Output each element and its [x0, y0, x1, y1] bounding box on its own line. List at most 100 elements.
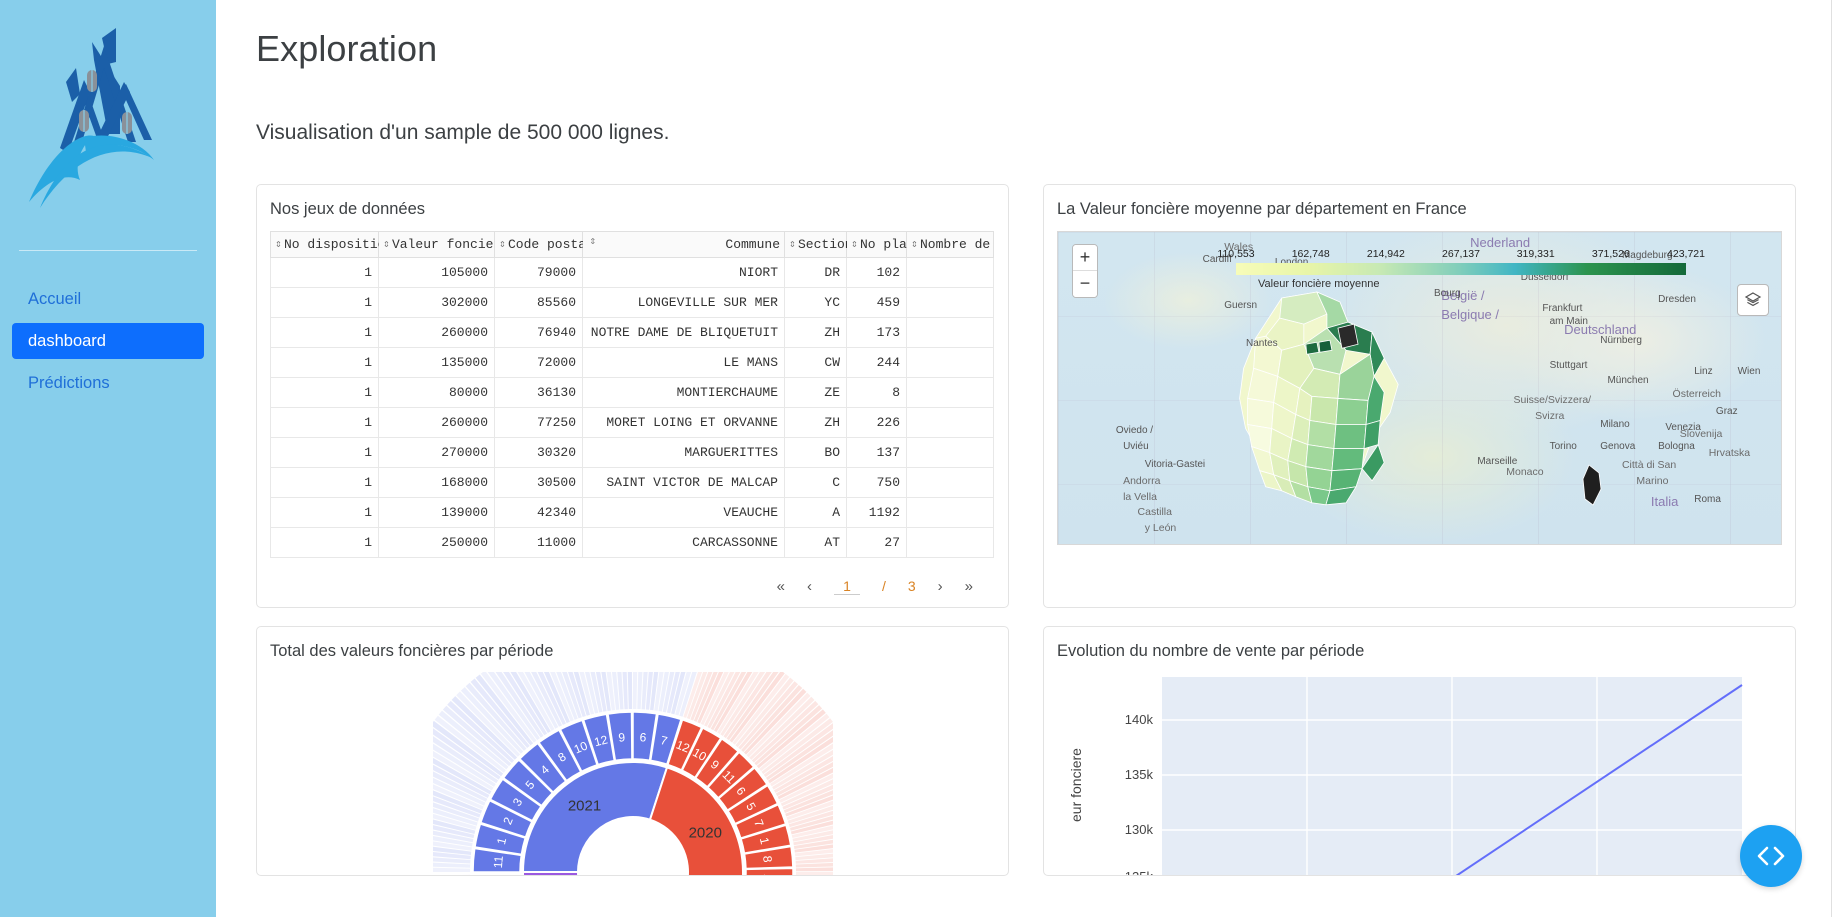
cell-code-postal: 76940 [495, 317, 583, 347]
col-header-no-disposition[interactable]: ⇕No disposition [271, 231, 379, 257]
sunburst-year-segment[interactable] [523, 872, 633, 876]
pagination-prev-button[interactable]: ‹ [807, 578, 812, 595]
table-row[interactable]: 1 250000 11000 CARCASSONNE AT 27 [271, 527, 994, 557]
map-city-label: Oviedo / [1116, 425, 1153, 436]
cell-section: CW [785, 347, 847, 377]
table-row[interactable]: 1 105000 79000 NIORT DR 102 [271, 257, 994, 287]
map-legend: 110,553 162,748 214,942 267,137 319,331 … [1236, 248, 1686, 290]
sidebar-item-dashboard[interactable]: dashboard [12, 323, 204, 359]
cell-code-postal: 30320 [495, 437, 583, 467]
cell-valeur-fonciere: 135000 [379, 347, 495, 377]
cell-section: A [785, 497, 847, 527]
pagination-current-page-input[interactable]: 1 [834, 578, 860, 595]
sort-icon: ⇕ [275, 240, 284, 251]
sunburst-day-segment[interactable] [795, 872, 832, 876]
card-sunburst: Total des valeurs foncières par période … [256, 626, 1009, 876]
sidebar-divider [19, 250, 197, 251]
layers-icon [1744, 291, 1762, 309]
cell-valeur-fonciere: 302000 [379, 287, 495, 317]
sidebar-item-accueil[interactable]: Accueil [12, 281, 204, 317]
sort-icon: ⇕ [383, 240, 392, 251]
sort-icon: ⇕ [911, 240, 920, 251]
cell-nombre [907, 257, 994, 287]
code-toggle-fab[interactable] [1740, 825, 1802, 887]
pagination-first-button[interactable]: « [777, 578, 785, 595]
legend-tick: 110,553 [1217, 248, 1254, 260]
cell-section: ZH [785, 407, 847, 437]
map-city-label: Roma [1694, 494, 1721, 505]
map-city-label: Bologna [1658, 441, 1695, 452]
cell-no-disposition: 1 [271, 377, 379, 407]
legend-tick: 319,331 [1517, 248, 1555, 260]
cell-no-disposition: 1 [271, 497, 379, 527]
cell-commune: NOTRE DAME DE BLIQUETUIT [583, 317, 785, 347]
map-city-label: Milano [1600, 419, 1629, 430]
col-header-section[interactable]: ⇕Section [785, 231, 847, 257]
col-header-commune[interactable]: ⇕Commune [583, 231, 785, 257]
cell-code-postal: 85560 [495, 287, 583, 317]
legend-tick: 371,526 [1592, 248, 1630, 260]
line-chart[interactable]: 140k 135k 130k 125k eur fonciere [1057, 672, 1782, 876]
col-header-code-postal[interactable]: ⇕Code postal [495, 231, 583, 257]
table-row[interactable]: 1 135000 72000 LE MANS CW 244 [271, 347, 994, 377]
cell-commune: CARCASSONNE [583, 527, 785, 557]
choropleth-map[interactable]: + − [1057, 231, 1782, 545]
table-row[interactable]: 1 270000 30320 MARGUERITTES BO 137 [271, 437, 994, 467]
sort-icon: ⇕ [789, 240, 798, 251]
map-city-label: am Main [1550, 316, 1588, 327]
cell-no-disposition: 1 [271, 467, 379, 497]
pagination-separator: / [882, 578, 886, 594]
pagination-last-button[interactable]: » [965, 578, 973, 595]
cell-section: ZE [785, 377, 847, 407]
cell-nombre [907, 317, 994, 347]
sunburst-chart[interactable]: 2021111235481012967202012109116571823201… [270, 672, 995, 876]
card-map: La Valeur foncière moyenne par départeme… [1043, 184, 1796, 607]
cell-no-plan: 1192 [847, 497, 907, 527]
map-label: Hrvatska [1709, 447, 1750, 459]
pagination-next-button[interactable]: › [938, 578, 943, 595]
cell-nombre [907, 497, 994, 527]
cell-commune: VEAUCHE [583, 497, 785, 527]
map-city-label: Wien [1738, 366, 1761, 377]
col-header-no-plan[interactable]: ⇕No plan [847, 231, 907, 257]
card-dataset: Nos jeux de données ⇕No disposition [256, 184, 1009, 607]
card-title-sunburst: Total des valeurs foncières par période [270, 641, 995, 662]
pagination-total-pages: 3 [908, 578, 916, 594]
cell-commune: LE MANS [583, 347, 785, 377]
cell-no-plan: 750 [847, 467, 907, 497]
sunburst-month-label: 2 [760, 874, 774, 876]
table-row[interactable]: 1 168000 30500 SAINT VICTOR DE MALCAP C … [271, 467, 994, 497]
map-layers-button[interactable] [1737, 284, 1769, 316]
table-row[interactable]: 1 139000 42340 VEAUCHE A 1192 [271, 497, 994, 527]
cell-no-disposition: 1 [271, 257, 379, 287]
cell-no-plan: 459 [847, 287, 907, 317]
col-header-valeur-fonciere[interactable]: ⇕Valeur fonciere [379, 231, 495, 257]
table-row[interactable]: 1 302000 85560 LONGEVILLE SUR MER YC 459 [271, 287, 994, 317]
cell-code-postal: 77250 [495, 407, 583, 437]
map-zoom-in-button[interactable]: + [1073, 245, 1097, 271]
col-header-nombre-de-lots[interactable]: ⇕Nombre de l [907, 231, 994, 257]
table-scroll-container[interactable]: ⇕No disposition ⇕Valeur fonciere ⇕Code p… [270, 231, 995, 558]
cell-valeur-fonciere: 260000 [379, 317, 495, 347]
table-row[interactable]: 1 260000 77250 MORET LOING ET ORVANNE ZH… [271, 407, 994, 437]
map-city-label: Dresden [1658, 294, 1696, 305]
sunburst-day-segment[interactable] [433, 875, 471, 876]
legend-tick: 214,942 [1367, 248, 1405, 260]
cell-no-plan: 226 [847, 407, 907, 437]
map-city-label: Nantes [1246, 338, 1278, 349]
card-line: Evolution du nombre de vente par période [1043, 626, 1796, 876]
map-zoom-controls[interactable]: + − [1072, 244, 1098, 298]
dashboard-grid: Nos jeux de données ⇕No disposition [256, 184, 1796, 875]
cell-nombre [907, 347, 994, 377]
map-city-label: München [1607, 375, 1648, 386]
map-zoom-out-button[interactable]: − [1073, 271, 1097, 297]
cell-commune: LONGEVILLE SUR MER [583, 287, 785, 317]
cell-code-postal: 30500 [495, 467, 583, 497]
table-row[interactable]: 1 80000 36130 MONTIERCHAUME ZE 8 [271, 377, 994, 407]
table-row[interactable]: 1 260000 76940 NOTRE DAME DE BLIQUETUIT … [271, 317, 994, 347]
map-label: la Vella [1123, 491, 1157, 503]
sidebar-item-predictions[interactable]: Prédictions [12, 365, 204, 401]
sidebar: Accueil dashboard Prédictions [0, 0, 216, 917]
map-label: Belgique / [1441, 307, 1499, 322]
cell-valeur-fonciere: 270000 [379, 437, 495, 467]
